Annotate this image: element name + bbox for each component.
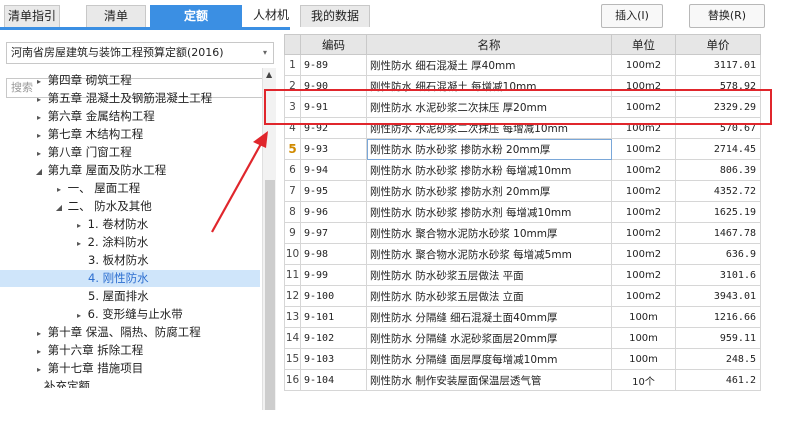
annotation-arrow-icon	[211, 131, 268, 233]
